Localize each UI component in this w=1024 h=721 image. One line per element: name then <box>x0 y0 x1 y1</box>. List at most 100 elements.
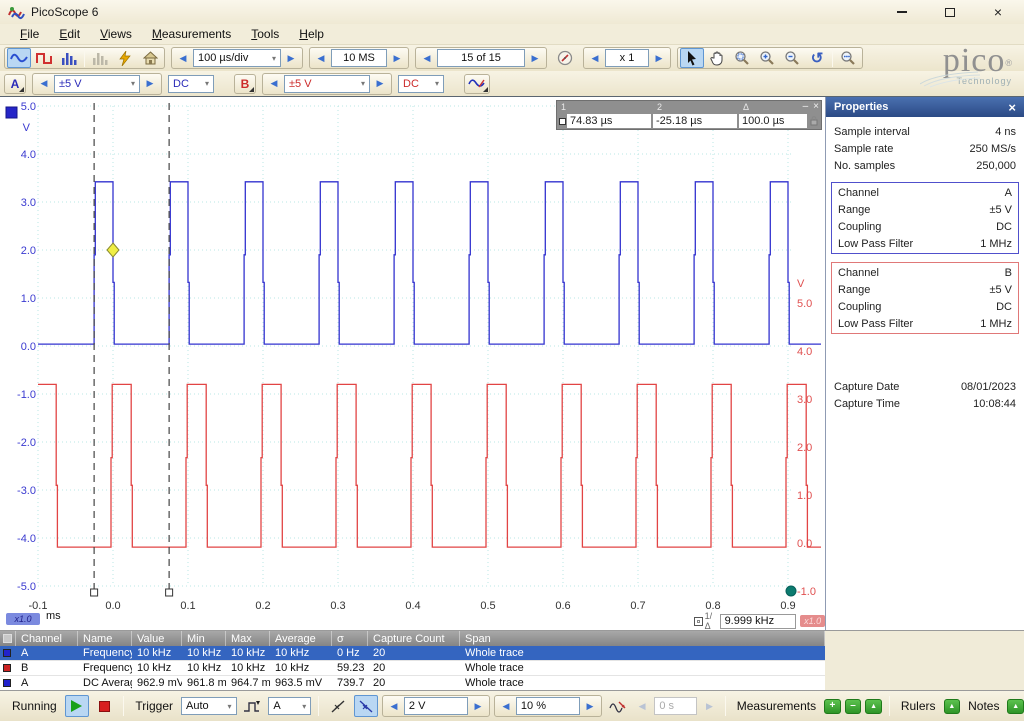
notes-button[interactable]: ▲ <box>1007 699 1024 714</box>
zoom-out-button[interactable] <box>780 48 804 68</box>
menu-edit[interactable]: Edit <box>49 25 90 43</box>
close-icon[interactable]: × <box>988 4 1008 20</box>
menu-views[interactable]: Views <box>90 25 142 43</box>
channel-b-coupling-select[interactable]: DC ▾ <box>398 75 444 93</box>
start-button[interactable] <box>65 695 89 717</box>
column-header[interactable]: Max <box>226 631 270 646</box>
persistence-spectrum-button[interactable] <box>88 48 112 68</box>
frequency-legend-checkbox[interactable] <box>694 617 703 626</box>
zoom-select-icon <box>734 50 750 66</box>
zoom-in-button[interactable] <box>755 48 779 68</box>
zoom-full-button[interactable] <box>836 48 860 68</box>
column-header[interactable]: Span <box>460 631 825 646</box>
table-row[interactable]: AFrequency10 kHz10 kHz10 kHz10 kHz0 Hz20… <box>0 646 825 661</box>
advanced-trigger-button[interactable] <box>241 695 265 717</box>
trigger-level-input[interactable]: 2 V <box>404 697 468 715</box>
samples-increase-button[interactable]: ▶ <box>388 49 406 67</box>
column-header[interactable]: Channel <box>16 631 78 646</box>
undo-zoom-button[interactable]: ↺ <box>805 48 829 68</box>
scope-view-button[interactable] <box>7 48 31 68</box>
column-header[interactable]: σ <box>332 631 368 646</box>
zoom-increase-button[interactable]: ▶ <box>650 49 668 67</box>
samples-decrease-button[interactable]: ◀ <box>312 49 330 67</box>
menu-help[interactable]: Help <box>289 25 334 43</box>
rulers-button[interactable]: ▲ <box>944 699 961 714</box>
lock-icon[interactable] <box>807 116 821 126</box>
edit-measurement-button[interactable]: ▲ <box>865 699 882 714</box>
maximize-icon[interactable] <box>940 4 960 20</box>
column-header[interactable]: Capture Count <box>368 631 460 646</box>
rising-edge-button[interactable] <box>326 695 350 717</box>
column-header[interactable]: Min <box>182 631 226 646</box>
scope-view[interactable]: 5.04.03.02.01.00.0-1.0-2.0-3.0-4.0-5.0VV… <box>0 97 825 630</box>
time-rulers[interactable] <box>91 103 173 596</box>
channel-b-range-select[interactable]: ±5 V ▾ <box>284 75 370 93</box>
menu-file[interactable]: File <box>10 25 49 43</box>
menu-tools[interactable]: Tools <box>241 25 289 43</box>
stop-button[interactable] <box>93 695 117 717</box>
pre-trigger-decrease[interactable]: ◀ <box>497 697 515 715</box>
column-header[interactable]: Value <box>132 631 182 646</box>
right-axis-scale-badge[interactable]: x1.0 <box>800 615 825 627</box>
channel-a-range-increase[interactable]: ▶ <box>141 75 159 93</box>
marquee-zoom-button[interactable] <box>730 48 754 68</box>
trigger-level-decrease[interactable]: ◀ <box>385 697 403 715</box>
trigger-level-increase[interactable]: ▶ <box>469 697 487 715</box>
samples-input[interactable]: 10 MS <box>331 49 387 67</box>
buffer-input[interactable]: 15 of 15 <box>437 49 525 67</box>
home-button[interactable] <box>138 48 162 68</box>
buffer-next-button[interactable]: ▶ <box>526 49 544 67</box>
trigger-marker[interactable] <box>107 243 119 257</box>
buffer-previous-button[interactable]: ◀ <box>418 49 436 67</box>
table-cell: A <box>16 676 78 690</box>
falling-edge-button[interactable] <box>354 695 378 717</box>
table-row[interactable]: ADC Average962.9 mV961.8 mV964.7 mV963.5… <box>0 676 825 691</box>
channel-b-axis-marker[interactable] <box>786 586 796 596</box>
minimize-icon[interactable] <box>892 4 912 20</box>
samples-group: ◀ 10 MS ▶ <box>309 47 409 69</box>
legend-close-icon[interactable]: × <box>813 101 819 113</box>
channel-b-label: B <box>241 77 250 91</box>
spectrum-view-button[interactable] <box>57 48 81 68</box>
timebase-select[interactable]: 100 µs/div ▾ <box>193 49 281 67</box>
column-header[interactable]: Average <box>270 631 332 646</box>
channel-b-range-decrease[interactable]: ◀ <box>265 75 283 93</box>
delete-measurement-button[interactable]: – <box>845 699 862 714</box>
channel-a-range-select[interactable]: ±5 V ▾ <box>54 75 140 93</box>
timebase-increase-button[interactable]: ▶ <box>282 49 300 67</box>
legend-drag-handle[interactable] <box>557 118 567 125</box>
pre-trigger-input[interactable]: 10 % <box>516 697 580 715</box>
trigger-source-select[interactable]: A ▾ <box>268 697 311 715</box>
trigger-mode-select[interactable]: Auto ▾ <box>181 697 237 715</box>
timebase-decrease-button[interactable]: ◀ <box>174 49 192 67</box>
channel-a-range-decrease[interactable]: ◀ <box>35 75 53 93</box>
persistence-view-button[interactable] <box>32 48 56 68</box>
ruler-handle[interactable] <box>166 589 173 596</box>
normal-selection-button[interactable] <box>680 48 704 68</box>
ruler-handle[interactable] <box>91 589 98 596</box>
properties-close-icon[interactable]: × <box>1008 100 1016 115</box>
legend-minimize-icon[interactable]: – <box>803 101 809 113</box>
channel-a-menu-button[interactable]: A <box>4 74 26 94</box>
channel-a-indicator[interactable] <box>6 107 17 118</box>
channel-a-coupling-select[interactable]: DC ▾ <box>168 75 214 93</box>
signal-generator-button[interactable] <box>464 74 490 94</box>
channel-b-menu-button[interactable]: B <box>234 74 256 94</box>
zoom-decrease-button[interactable]: ◀ <box>586 49 604 67</box>
add-measurement-button[interactable]: + <box>824 699 841 714</box>
table-row[interactable]: BFrequency10 kHz10 kHz10 kHz10 kHz59.23 … <box>0 661 825 676</box>
x-axis-scale-badge[interactable]: x1.0 <box>6 613 40 625</box>
zoom-input[interactable]: x 1 <box>605 49 649 67</box>
pre-trigger-increase[interactable]: ▶ <box>581 697 599 715</box>
ruler-legend[interactable]: 1 2 Δ – × 74.83 µs -25.18 µs 100.0 µs <box>556 100 822 130</box>
channel-b-range-increase[interactable]: ▶ <box>371 75 389 93</box>
trigger-delay-button[interactable] <box>606 695 630 717</box>
table-selector-icon <box>3 634 12 643</box>
menu-measurements[interactable]: Measurements <box>142 25 241 43</box>
auto-setup-button[interactable] <box>113 48 137 68</box>
capture-property: Capture Time10:08:44 <box>826 395 1024 412</box>
column-header[interactable]: Name <box>78 631 132 646</box>
gray-bars-icon <box>92 52 108 65</box>
hand-tool-button[interactable] <box>705 48 729 68</box>
buffer-navigator-button[interactable] <box>553 48 577 68</box>
